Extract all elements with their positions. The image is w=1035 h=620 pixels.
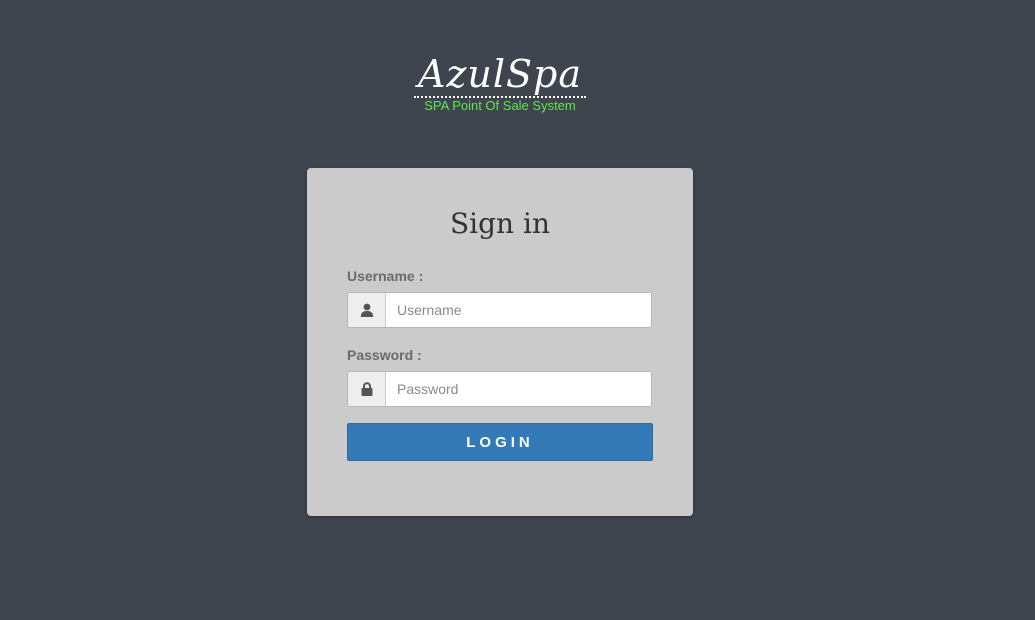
username-input[interactable] <box>386 293 651 327</box>
brand-subtitle: SPA Point Of Sale System <box>424 98 576 113</box>
lock-icon <box>348 372 386 406</box>
password-input[interactable] <box>386 372 651 406</box>
password-label: Password : <box>347 347 422 363</box>
user-icon <box>348 293 386 327</box>
login-heading: Sign in <box>450 207 550 240</box>
login-button[interactable]: LOGIN <box>347 423 653 461</box>
username-label: Username : <box>347 268 424 284</box>
login-form: Sign in Username : Password : LOGIN <box>307 168 693 516</box>
brand-title: AzulSpa <box>413 52 587 98</box>
username-input-group <box>347 292 652 328</box>
password-input-group <box>347 371 652 407</box>
brand-logo: AzulSpa SPA Point Of Sale System <box>0 52 1000 113</box>
